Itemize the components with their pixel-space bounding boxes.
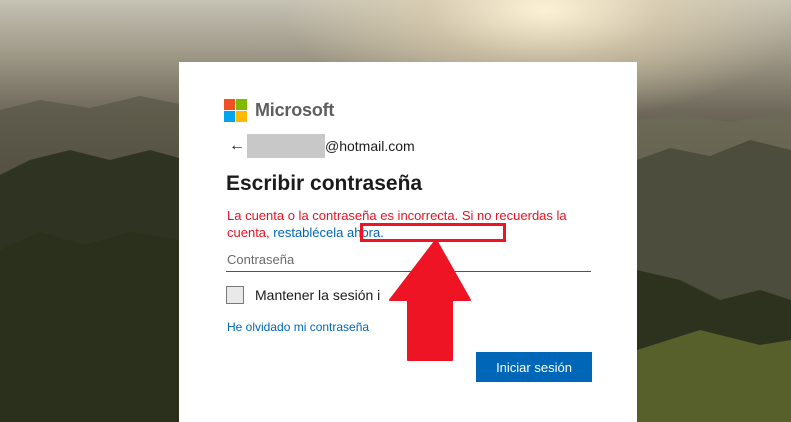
brand-name: Microsoft bbox=[255, 100, 335, 120]
signin-button[interactable]: Iniciar sesión bbox=[476, 352, 592, 382]
password-input[interactable] bbox=[226, 248, 591, 272]
logo-square-blue bbox=[224, 111, 235, 122]
logo-square-red bbox=[224, 99, 235, 110]
signin-card: Microsoft ← @hotmail.com Escribir contra… bbox=[179, 62, 637, 422]
microsoft-logo: Microsoft bbox=[224, 99, 334, 122]
microsoft-logo-icon bbox=[224, 99, 247, 122]
redacted-username bbox=[247, 134, 325, 158]
keep-signed-in-label: Mantener la sesión i bbox=[255, 287, 381, 303]
page-title: Escribir contraseña bbox=[226, 172, 423, 195]
logo-square-yellow bbox=[236, 111, 247, 122]
logo-square-green bbox=[236, 99, 247, 110]
reset-link-highlight bbox=[360, 223, 506, 242]
email-domain: @hotmail.com bbox=[325, 138, 415, 154]
keep-signed-in-checkbox[interactable] bbox=[226, 286, 244, 304]
identity-banner[interactable]: ← @hotmail.com bbox=[229, 134, 415, 158]
back-arrow-icon[interactable]: ← bbox=[229, 137, 247, 155]
keep-signed-in[interactable]: Mantener la sesión i bbox=[226, 286, 380, 304]
forgot-password-link[interactable]: He olvidado mi contraseña bbox=[227, 320, 369, 334]
